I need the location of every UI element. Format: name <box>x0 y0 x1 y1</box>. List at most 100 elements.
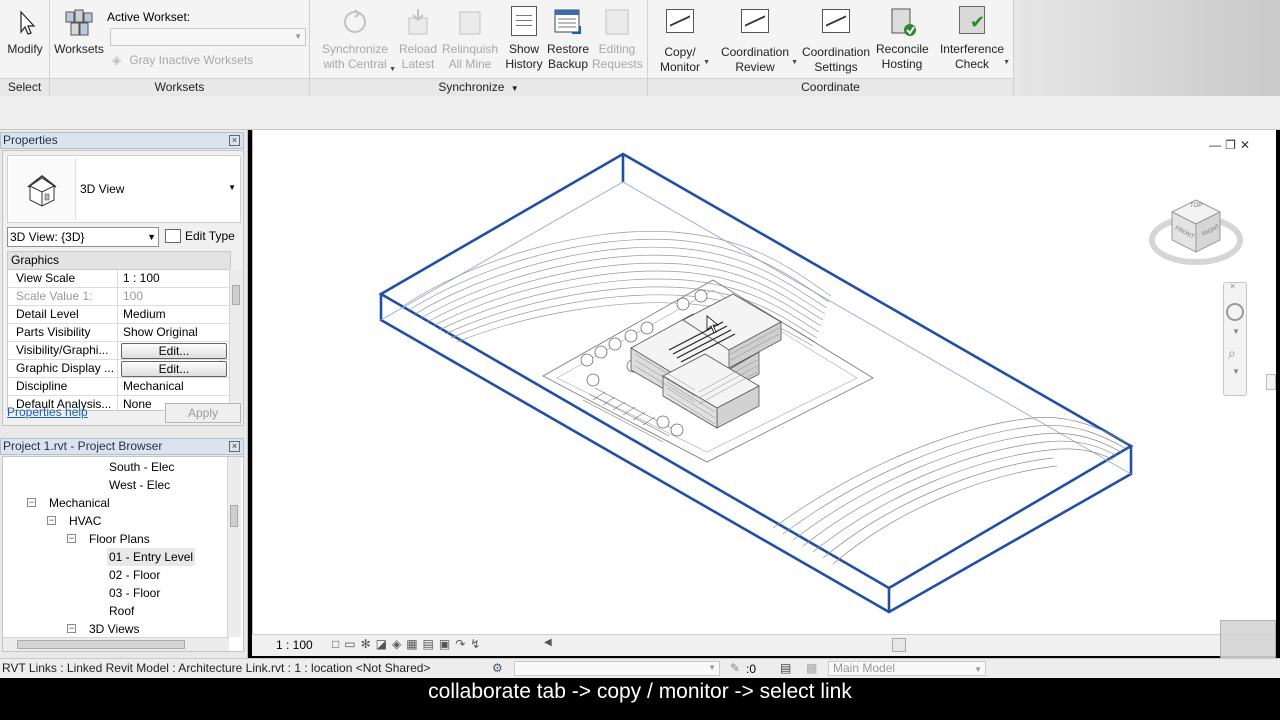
workset-status-dropdown[interactable]: ▼ <box>514 661 720 676</box>
tree-item-mechanical[interactable]: Mechanical <box>49 494 110 512</box>
active-workset-label: Active Workset: <box>107 10 191 24</box>
view-instance-selector[interactable]: 3D View: {3D} ▼ <box>7 227 159 247</box>
editing-requests-button[interactable]: Editing Requests <box>592 6 643 72</box>
view-control-icons[interactable]: □▭✻◪◈▦▤▣↷↯ <box>332 637 485 651</box>
apply-button[interactable]: Apply <box>165 403 241 423</box>
interference-check-button[interactable]: Interference Check ▼ <box>938 6 1010 72</box>
chevron-down-icon[interactable]: ▼ <box>1232 327 1240 336</box>
sync-label-2: with Central <box>323 57 387 71</box>
tree-item-roof[interactable]: Roof <box>109 602 134 620</box>
editing-requests-icon <box>601 6 633 38</box>
properties-help-link[interactable]: Properties help <box>7 405 88 419</box>
type-selector[interactable]: 3D View ▼ <box>7 155 241 223</box>
video-caption: collaborate tab -> copy / monitor -> sel… <box>0 678 1280 720</box>
properties-scrollbar[interactable] <box>229 269 243 409</box>
worksets-button[interactable]: Worksets <box>52 6 106 57</box>
gray-inactive-worksets-button[interactable]: ◈ Gray Inactive Worksets <box>112 53 253 67</box>
type-thumbnail <box>10 158 76 220</box>
close-icon[interactable]: × <box>229 441 240 452</box>
gray-inactive-label: Gray Inactive Worksets <box>129 53 254 67</box>
3d-view-canvas[interactable]: —❐✕ TOP FRONT RIGHT × ▼ ⌕ ▼ <box>252 130 1276 634</box>
tree-item-03-floor[interactable]: 03 - Floor <box>109 584 160 602</box>
reload-latest-button[interactable]: Reload Latest <box>396 6 440 72</box>
edit-type-label: Edit Type <box>185 229 235 243</box>
horizontal-scroll-thumb[interactable] <box>892 638 906 652</box>
design-option-dropdown[interactable]: Main Model ▼ <box>828 661 986 676</box>
worksets-status-icon[interactable]: ⚙ <box>492 661 503 675</box>
show-history-button[interactable]: Show History <box>504 6 544 72</box>
property-value: Mechanical <box>123 379 184 393</box>
cursor-arrow-icon <box>9 6 41 38</box>
browser-horizontal-scrollbar[interactable] <box>3 637 229 651</box>
close-icon[interactable]: × <box>229 135 240 146</box>
navigation-bar: × ▼ ⌕ ▼ <box>1223 281 1247 396</box>
review-label-1: Coordination <box>720 45 790 59</box>
restore-label-1: Restore <box>546 42 590 56</box>
restore-backup-button[interactable]: Restore Backup <box>546 6 590 72</box>
chevron-down-icon: ▼ <box>389 66 396 73</box>
viewcube[interactable]: TOP FRONT RIGHT <box>1149 194 1243 272</box>
editable-only-icon[interactable]: ✎ <box>730 661 740 675</box>
property-row-visibility-graphics: Visibility/Graphi... Edit... <box>8 342 230 360</box>
steering-wheel-icon[interactable] <box>1226 303 1244 321</box>
reconcile-hosting-button[interactable]: Reconcile Hosting <box>876 6 929 72</box>
property-row-discipline[interactable]: Discipline Mechanical <box>8 378 230 396</box>
scroll-thumb[interactable] <box>230 505 238 527</box>
worksets-icon <box>63 6 95 38</box>
reload-icon <box>402 6 434 38</box>
collapse-toggle-icon[interactable]: − <box>67 534 76 543</box>
view-scale[interactable]: 1 : 100 <box>276 638 313 652</box>
property-row-graphic-display: Graphic Display ... Edit... <box>8 360 230 378</box>
model-graphics <box>378 152 1134 614</box>
settings-label-2: Settings <box>814 60 858 74</box>
relinquish-label-1: Relinquish <box>442 42 499 56</box>
canvas-scroll-thumb[interactable] <box>1266 374 1276 390</box>
property-row-parts-visibility[interactable]: Parts Visibility Show Original <box>8 324 230 342</box>
edit-type-button[interactable]: Edit Type <box>163 227 235 247</box>
interference-check-icon <box>956 6 988 38</box>
modify-button[interactable]: Modify <box>4 6 46 57</box>
tree-item-hvac[interactable]: HVAC <box>69 512 101 530</box>
design-option-toggle-icon[interactable]: ▩ <box>806 661 817 675</box>
coordination-settings-button[interactable]: Coordination Settings <box>800 6 872 75</box>
scroll-thumb[interactable] <box>232 285 240 305</box>
scroll-left-icon[interactable]: ◀ <box>544 637 552 648</box>
select-panel: Modify Select <box>0 0 50 96</box>
chevron-down-icon[interactable]: ▼ <box>1232 367 1240 376</box>
design-options-icon[interactable]: ▤ <box>780 661 791 675</box>
editing-label-2: Requests <box>592 57 643 71</box>
property-row-detail-level[interactable]: Detail Level Medium <box>8 306 230 324</box>
status-bar: RVT Links : Linked Revit Model : Archite… <box>0 658 1280 678</box>
tree-item-3d-views[interactable]: 3D Views <box>89 620 139 638</box>
graphics-group-header[interactable]: Graphics ▲ <box>8 252 230 369</box>
close-icon[interactable]: × <box>1230 281 1235 291</box>
collapse-toggle-icon[interactable]: − <box>47 516 56 525</box>
history-label-2: History <box>505 57 543 71</box>
relinquish-all-mine-button[interactable]: Relinquish All Mine <box>442 6 498 72</box>
browser-vertical-scrollbar[interactable] <box>227 457 241 637</box>
reload-label-1: Reload <box>398 42 438 56</box>
review-label-2: Review <box>735 60 775 74</box>
reload-label-2: Latest <box>401 57 435 71</box>
chevron-down-icon: ▼ <box>228 183 236 192</box>
copy-monitor-button[interactable]: Copy/ Monitor ▼ <box>656 6 710 75</box>
synchronize-with-central-button[interactable]: Synchronize with Central ▼ <box>320 6 396 73</box>
tree-item-02-floor[interactable]: 02 - Floor <box>109 566 160 584</box>
modify-label: Modify <box>7 42 43 56</box>
tree-item-south-elec[interactable]: South - Elec <box>109 458 174 476</box>
tree-item-01-entry-level[interactable]: 01 - Entry Level <box>107 548 196 566</box>
active-workset-dropdown[interactable]: ▼ <box>110 28 306 46</box>
tree-item-floor-plans[interactable]: Floor Plans <box>89 530 150 548</box>
tree-item-west-elec[interactable]: West - Elec <box>109 476 170 494</box>
property-row-view-scale[interactable]: View Scale 1 : 100 <box>8 270 230 288</box>
zoom-icon[interactable]: ⌕ <box>1228 345 1236 362</box>
coordination-review-button[interactable]: Coordination Review ▼ <box>718 6 798 75</box>
ribbon: Modify Select Worksets Active Workset: ▼ <box>0 0 1280 96</box>
graphic-display-edit-button[interactable]: Edit... <box>121 361 227 377</box>
scroll-thumb[interactable] <box>17 640 185 649</box>
visibility-graphics-edit-button[interactable]: Edit... <box>121 343 227 359</box>
collapse-toggle-icon[interactable]: − <box>67 624 76 633</box>
collapse-toggle-icon[interactable]: − <box>27 498 36 507</box>
gray-worksets-icon: ◈ <box>112 53 122 67</box>
synchronize-panel-label[interactable]: Synchronize ▼ <box>310 78 647 96</box>
